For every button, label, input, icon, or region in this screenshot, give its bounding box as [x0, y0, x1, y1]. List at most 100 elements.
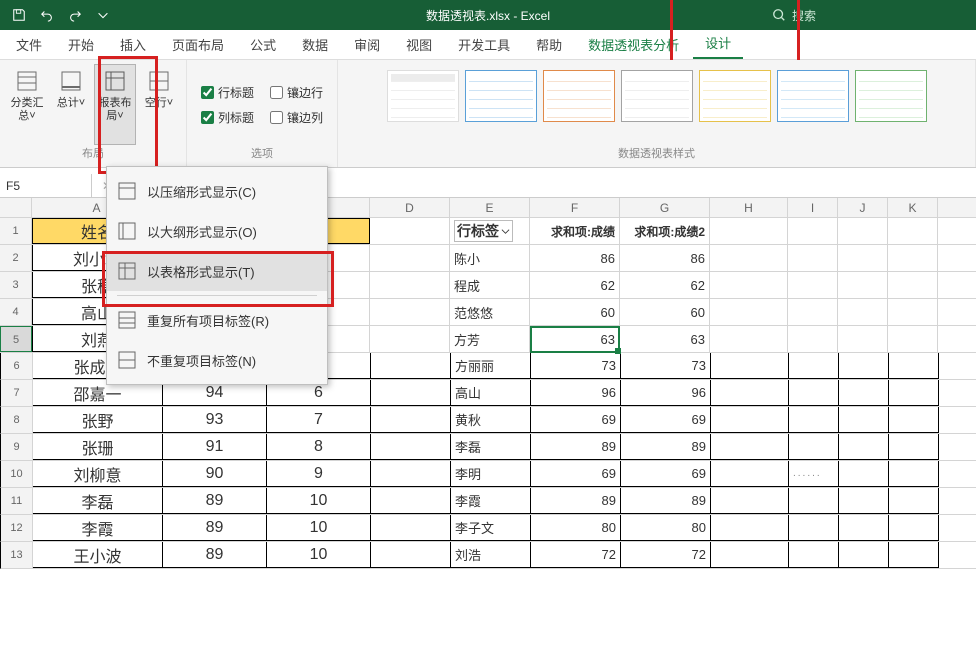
row-number[interactable]: 6 [1, 353, 33, 379]
cell[interactable] [839, 542, 889, 568]
cell[interactable]: 10 [267, 542, 371, 568]
search-box[interactable]: 搜索 [772, 7, 816, 24]
cell[interactable]: 93 [163, 407, 267, 433]
cell[interactable] [711, 380, 789, 406]
cell[interactable]: 63 [620, 326, 710, 352]
cell[interactable] [371, 407, 451, 433]
cell[interactable]: 王小波 [33, 542, 163, 568]
cell[interactable]: 李子文 [451, 515, 531, 541]
cell[interactable]: 陈小 [450, 245, 530, 271]
cell[interactable]: 72 [621, 542, 711, 568]
cell[interactable] [838, 272, 888, 298]
cell[interactable] [370, 218, 450, 244]
cell[interactable] [889, 461, 939, 487]
cell[interactable]: 89 [163, 515, 267, 541]
cell[interactable]: 范悠悠 [450, 299, 530, 325]
cell[interactable] [889, 542, 939, 568]
cell[interactable]: 张珊 [33, 434, 163, 460]
cell[interactable] [710, 299, 788, 325]
row-number[interactable]: 2 [0, 245, 32, 271]
style-thumb[interactable] [465, 70, 537, 122]
cell[interactable] [839, 434, 889, 460]
row-number[interactable]: 4 [0, 299, 32, 325]
cell[interactable] [889, 488, 939, 514]
cell[interactable]: 96 [621, 380, 711, 406]
cell[interactable] [711, 488, 789, 514]
cell[interactable] [371, 434, 451, 460]
cell[interactable]: 90 [163, 461, 267, 487]
cell[interactable] [839, 488, 889, 514]
cell[interactable]: 李明 [451, 461, 531, 487]
select-all[interactable] [0, 198, 32, 217]
cell[interactable] [370, 326, 450, 352]
cell[interactable]: 69 [621, 407, 711, 433]
row-number[interactable]: 1 [0, 218, 32, 244]
cell[interactable] [788, 326, 838, 352]
cell[interactable] [838, 299, 888, 325]
cell[interactable]: 行标签 [450, 218, 530, 244]
col-K[interactable]: K [888, 198, 938, 217]
table-row[interactable]: 9张珊918李磊8989 [0, 434, 976, 461]
row-number[interactable]: 5 [0, 326, 32, 352]
tab-formulas[interactable]: 公式 [238, 29, 288, 59]
cell[interactable] [888, 299, 938, 325]
cell[interactable] [789, 380, 839, 406]
cell[interactable]: 89 [621, 434, 711, 460]
cell[interactable] [371, 542, 451, 568]
cell[interactable] [710, 245, 788, 271]
grandtotals-button[interactable]: 总计˅ [50, 64, 92, 145]
cell[interactable] [839, 380, 889, 406]
cell[interactable] [838, 218, 888, 244]
cell[interactable]: 刘浩 [451, 542, 531, 568]
chk-row-headers[interactable]: 行标题 [201, 84, 254, 101]
col-J[interactable]: J [838, 198, 888, 217]
cell[interactable] [371, 461, 451, 487]
cell[interactable]: 李霞 [451, 488, 531, 514]
cell[interactable]: 9 [267, 461, 371, 487]
cell[interactable] [711, 515, 789, 541]
cell[interactable] [371, 488, 451, 514]
cell[interactable]: 7 [267, 407, 371, 433]
cell[interactable]: 李磊 [451, 434, 531, 460]
cell[interactable] [839, 353, 889, 379]
name-box[interactable]: F5 [0, 174, 92, 197]
cell[interactable]: 方丽丽 [451, 353, 531, 379]
table-row[interactable]: 8张野937黄秋6969 [0, 407, 976, 434]
cell[interactable] [371, 380, 451, 406]
cell[interactable]: 张野 [33, 407, 163, 433]
cell[interactable]: 89 [531, 488, 621, 514]
cell[interactable] [711, 542, 789, 568]
cell[interactable]: 62 [620, 272, 710, 298]
cell[interactable]: ...... [789, 461, 839, 487]
chk-col-headers[interactable]: 列标题 [201, 109, 254, 126]
cell[interactable] [838, 326, 888, 352]
cell[interactable]: 8 [267, 434, 371, 460]
cell[interactable] [370, 299, 450, 325]
cell[interactable]: 91 [163, 434, 267, 460]
cell[interactable] [889, 380, 939, 406]
subtotals-button[interactable]: 分类汇总˅ [6, 64, 48, 145]
cell[interactable] [889, 434, 939, 460]
cell[interactable] [888, 218, 938, 244]
table-row[interactable]: 12李霞8910李子文8080 [0, 515, 976, 542]
pivot-style-gallery[interactable] [379, 64, 935, 145]
row-number[interactable]: 11 [1, 488, 33, 514]
col-F[interactable]: F [530, 198, 620, 217]
cell[interactable]: 63 [530, 326, 620, 352]
cell[interactable] [888, 326, 938, 352]
cell[interactable] [839, 407, 889, 433]
cell[interactable] [838, 245, 888, 271]
cell[interactable]: 李霞 [33, 515, 163, 541]
row-number[interactable]: 9 [1, 434, 33, 460]
cell[interactable] [788, 245, 838, 271]
cell[interactable] [788, 272, 838, 298]
tab-data[interactable]: 数据 [290, 29, 340, 59]
style-thumb[interactable] [543, 70, 615, 122]
cell[interactable] [371, 353, 451, 379]
tab-insert[interactable]: 插入 [108, 29, 158, 59]
cell[interactable] [889, 353, 939, 379]
col-D[interactable]: D [370, 198, 450, 217]
cell[interactable] [789, 407, 839, 433]
table-row[interactable]: 13王小波8910刘浩7272 [0, 542, 976, 569]
tab-pagelayout[interactable]: 页面布局 [160, 29, 236, 59]
